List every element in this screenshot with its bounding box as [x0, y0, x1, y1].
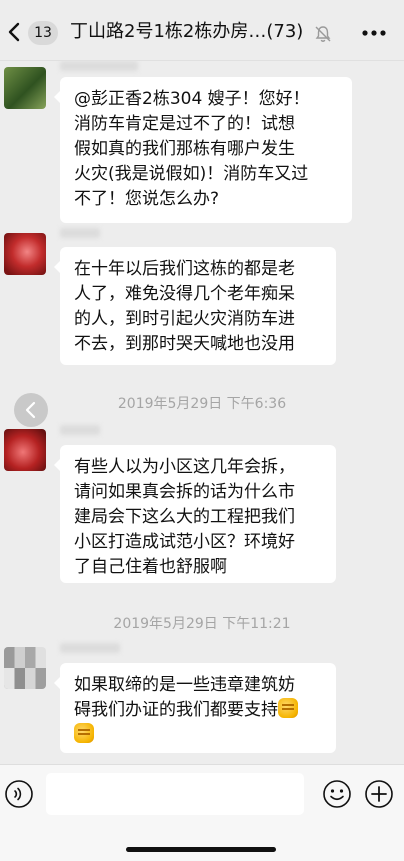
home-indicator[interactable] — [126, 847, 276, 852]
sender-name-blurred — [60, 425, 100, 435]
message-line: 碍我们办证的我们都要支持 — [74, 698, 324, 723]
message-bubble[interactable]: 在十年以后我们这栋的都是老 人了，难免没得几个老年痴呆 的人，到时引起火灾消防车… — [54, 247, 336, 365]
fist-emoji-icon — [278, 698, 298, 718]
bell-slash-icon — [315, 26, 331, 42]
message-line: 消防车肯定是过不了的！试想 — [74, 114, 295, 134]
message-bubble[interactable]: 有些人以为小区这几年会拆， 请问如果真会拆的话为什么市 建局会下这么大的工程把我… — [54, 445, 336, 583]
voice-icon[interactable] — [4, 779, 34, 809]
input-bar — [0, 764, 404, 861]
fist-emoji-icon — [74, 723, 94, 743]
avatar[interactable] — [4, 233, 46, 275]
message-list[interactable]: @彭正香2栋304 嫂子！您好！ 消防车肯定是过不了的！试想 假如真的我们那栋有… — [0, 61, 404, 763]
message-line-text: 碍我们办证的我们都要支持 — [74, 700, 278, 720]
avatar[interactable] — [4, 647, 46, 689]
message-line: 了自己住着也舒服啊 — [74, 557, 227, 577]
message-line: 不了！您说怎么办? — [74, 189, 220, 209]
message-line: 假如真的我们那栋有哪户发生 — [74, 139, 295, 159]
message-input[interactable] — [46, 773, 304, 815]
chevron-left-icon — [25, 401, 36, 419]
message-line: 有些人以为小区这几年会拆， — [74, 457, 295, 477]
message-line: @彭正香2栋304 嫂子！您好！ — [74, 89, 310, 109]
message-line: 人了，难免没得几个老年痴呆 — [74, 284, 295, 304]
message-line: 在十年以后我们这栋的都是老 — [74, 259, 295, 279]
smile-icon[interactable] — [322, 779, 352, 809]
avatar[interactable] — [4, 429, 46, 471]
more-dots-icon[interactable] — [362, 30, 386, 36]
message-line: 小区打造成试范小区？环境好 — [74, 532, 295, 552]
message-line: 建局会下这么大的工程把我们 — [74, 507, 295, 527]
message-line: 不去，到那时哭天喊地也没用 — [74, 334, 295, 354]
sender-name-blurred — [60, 228, 100, 238]
plus-circle-icon[interactable] — [364, 779, 394, 809]
message-line: 如果取缔的是一些违章建筑妨 — [74, 675, 295, 695]
unread-count-badge[interactable]: 13 — [28, 21, 58, 45]
message-line: 请问如果真会拆的话为什么市 — [74, 482, 295, 502]
message-line: 火灾(我是说假如)！消防车又过 — [74, 164, 309, 184]
message-timestamp: 2019年5月29日 下午11:21 — [113, 616, 291, 632]
message-line — [74, 723, 324, 748]
chevron-left-icon[interactable] — [6, 21, 22, 43]
sender-name-blurred — [60, 643, 120, 653]
message-line: 的人，到时引起火灾消防车进 — [74, 309, 295, 329]
sender-name-blurred — [60, 61, 138, 71]
chat-title: 丁山路2号1栋2栋办房…(73) — [70, 21, 304, 42]
avatar[interactable] — [4, 67, 46, 109]
message-bubble[interactable]: 如果取缔的是一些违章建筑妨 碍我们办证的我们都要支持 — [54, 663, 336, 753]
message-timestamp: 2019年5月29日 下午6:36 — [117, 396, 287, 412]
floating-back-button[interactable] — [14, 393, 48, 427]
message-bubble[interactable]: @彭正香2栋304 嫂子！您好！ 消防车肯定是过不了的！试想 假如真的我们那栋有… — [54, 77, 352, 223]
chat-header: 13 丁山路2号1栋2栋办房…(73) — [0, 0, 404, 61]
